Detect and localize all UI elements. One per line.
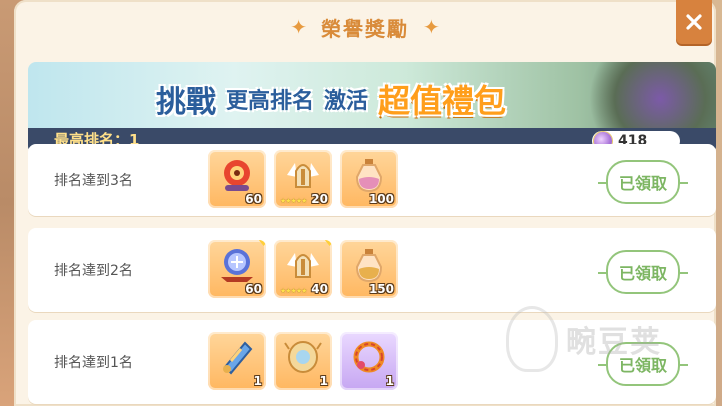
banner-headline: 挑戰 更高排名 激活 超值禮包: [156, 70, 506, 128]
item-count: 20: [311, 192, 328, 206]
star-decoration-icon: ✦: [290, 15, 307, 39]
item-count: 150: [368, 282, 394, 296]
heart-badge-icon: ♥: [323, 240, 332, 250]
magic-orb-icon: [216, 246, 258, 284]
reward-row-label: 排名達到3名: [54, 173, 133, 189]
honor-rewards-dialog: ✦ 榮譽獎勵 ✦ 挑戰 更高排名 激活 超值禮包 最高排名：1 418 排名達到…: [14, 0, 716, 406]
reward-item[interactable]: 1: [274, 332, 332, 390]
item-count: 60: [245, 192, 262, 206]
item-count: 60: [245, 282, 262, 296]
reward-items: 60 ★★★★★ 20 100: [208, 150, 398, 208]
crystal-orb-icon: [216, 156, 258, 194]
watermark: 畹豆荚: [506, 306, 662, 372]
item-star-rating: ★★★★★: [280, 287, 307, 295]
banner-word-value-pack: 超值禮包: [378, 82, 507, 120]
reward-item[interactable]: 60: [208, 150, 266, 208]
dragon-ring-icon: [348, 338, 390, 376]
claimed-button[interactable]: 已領取: [598, 250, 688, 294]
item-count: 1: [319, 374, 328, 388]
item-star-rating: ★★★★★: [280, 197, 307, 205]
banner-word-higher-rank: 更高排名: [226, 89, 315, 114]
banner-word-activate: 激活: [324, 89, 369, 114]
heart-badge-icon: ♥: [257, 240, 266, 250]
reward-row-label: 排名達到1名: [54, 355, 133, 371]
close-button[interactable]: [676, 0, 712, 44]
star-decoration-icon: ✦: [423, 15, 440, 39]
item-count: 100: [368, 192, 394, 206]
reward-items: 1 1 1: [208, 332, 398, 390]
reward-item[interactable]: 100: [340, 150, 398, 208]
dialog-title: 榮譽獎勵: [321, 16, 409, 41]
promo-banner: 挑戰 更高排名 激活 超值禮包 最高排名：1 418: [28, 62, 716, 154]
item-count: 40: [311, 282, 328, 296]
item-count: 1: [253, 374, 262, 388]
potion-bottle-icon: [348, 246, 390, 284]
scroll-icon: [216, 338, 258, 376]
medallion-icon: [282, 338, 324, 376]
watermark-logo-icon: [506, 306, 558, 372]
reward-items: ♥ 60 ♥ ★★★★★ 40 150: [208, 240, 398, 298]
reward-item[interactable]: ♥ ★★★★★ 40: [274, 240, 332, 298]
potion-bottle-icon: [348, 156, 390, 194]
close-icon: [686, 14, 702, 30]
reward-row-rank-2: 排名達到2名 ♥ 60 ♥ ★★★★★ 40 150 已領取: [28, 228, 716, 312]
reward-item[interactable]: ♥ 60: [208, 240, 266, 298]
reward-item[interactable]: 150: [340, 240, 398, 298]
item-count: 1: [385, 374, 394, 388]
dialog-title-row: ✦ 榮譽獎勵 ✦: [14, 10, 716, 44]
claimed-button[interactable]: 已領取: [598, 160, 688, 204]
reward-row-label: 排名達到2名: [54, 263, 133, 279]
reward-item[interactable]: 1: [340, 332, 398, 390]
reward-item[interactable]: 1: [208, 332, 266, 390]
reward-row-rank-3: 排名達到3名 60 ★★★★★ 20 100 已領取: [28, 144, 716, 216]
winged-helmet-icon: [282, 156, 324, 194]
reward-item[interactable]: ★★★★★ 20: [274, 150, 332, 208]
banner-word-challenge: 挑戰: [156, 85, 216, 120]
watermark-text: 畹豆荚: [566, 325, 662, 360]
winged-helmet-icon: [282, 246, 324, 284]
